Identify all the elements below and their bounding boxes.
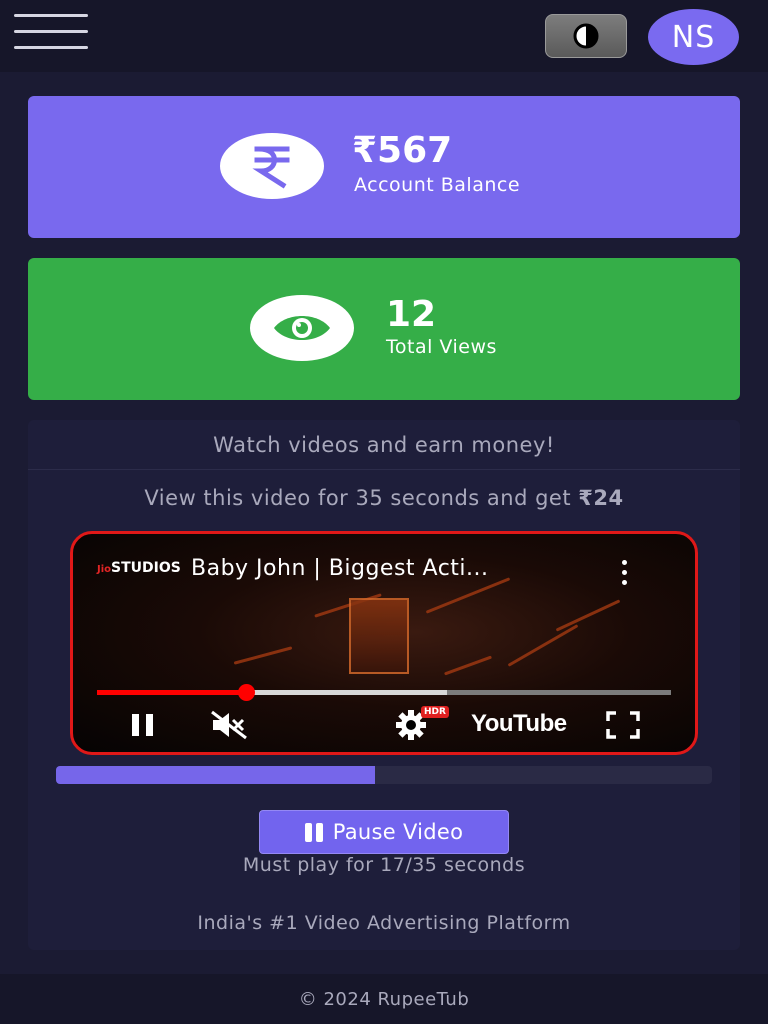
views-label: Total Views [386,336,497,358]
avatar[interactable]: NS [648,9,739,65]
instruction-text: View this video for 35 seconds and get [144,486,579,510]
top-bar: NS [0,0,768,72]
theme-toggle-button[interactable] [545,14,627,58]
contrast-icon [573,23,599,49]
seek-handle[interactable] [238,684,256,701]
balance-label: Account Balance [354,174,521,196]
footer: © 2024 RupeeTub [0,974,768,1024]
pause-video-button[interactable]: Pause Video [259,810,509,854]
views-value: 12 [386,294,437,335]
more-options-icon[interactable] [619,560,629,586]
video-instruction: View this video for 35 seconds and get ₹… [28,486,740,510]
rupee-icon [220,133,324,199]
youtube-logo[interactable]: YouTube [471,710,567,738]
fullscreen-icon[interactable] [605,710,641,740]
mute-icon[interactable] [209,710,249,740]
reward-amount: ₹24 [578,486,624,510]
watch-progress-fill [56,766,375,784]
hdr-badge: HDR [421,706,449,718]
video-frame-logo [349,598,409,674]
pause-video-label: Pause Video [332,820,464,844]
account-balance-card: ₹567 Account Balance [28,96,740,238]
pause-icon[interactable] [127,710,159,740]
hamburger-icon[interactable] [14,12,88,52]
video-title[interactable]: Baby John | Biggest Acti... [191,556,489,581]
watch-progress-bar [56,766,712,784]
video-player[interactable]: JioSTUDIOS Baby John | Biggest Acti... H… [70,531,698,755]
platform-tagline: India's #1 Video Advertising Platform [197,912,571,934]
channel-logo[interactable]: JioSTUDIOS [97,560,181,576]
pause-icon [304,822,323,842]
eye-icon [250,295,354,361]
copyright-text: © 2024 RupeeTub [298,988,470,1010]
panel-heading: Watch videos and earn money! [28,420,740,470]
video-seek-bar[interactable] [97,684,671,701]
play-timer-text: Must play for 17/35 seconds [242,854,526,876]
total-views-card: 12 Total Views [28,258,740,400]
watch-earn-panel: Watch videos and earn money! View this v… [28,420,740,950]
balance-value: ₹567 [352,130,453,171]
